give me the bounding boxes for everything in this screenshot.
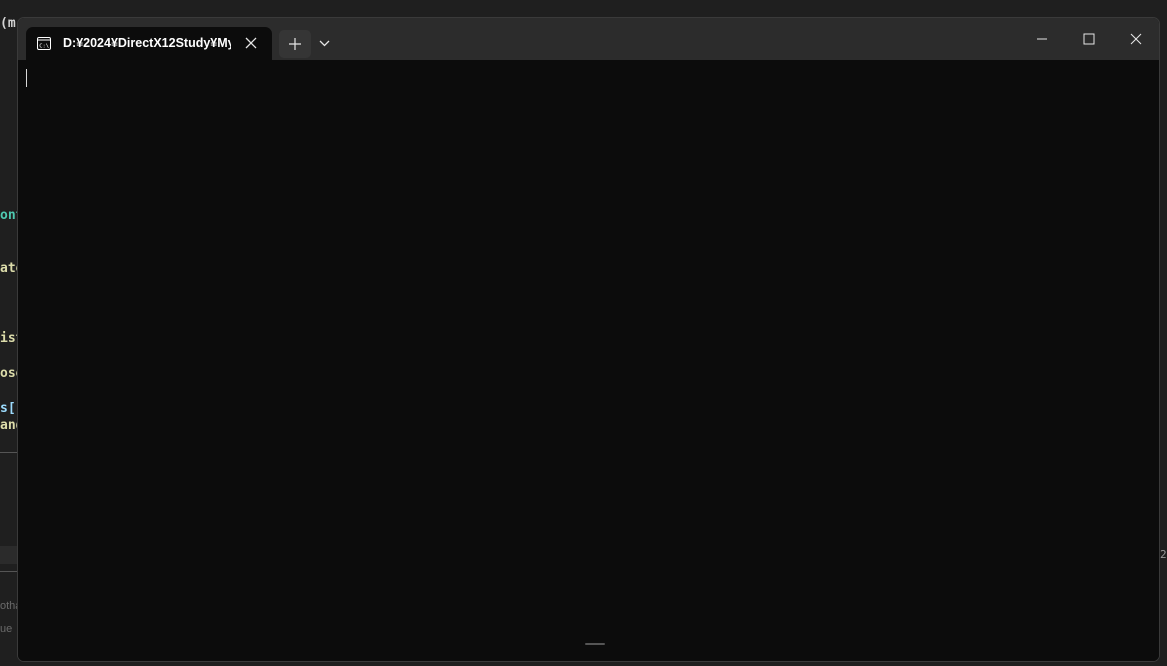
code-fragment: ate [0,261,17,276]
panel-bar [0,546,17,564]
tab-title: D:¥2024¥DirectX12Study¥MyP [63,36,231,50]
chevron-down-icon [319,40,330,47]
new-tab-button[interactable] [279,30,311,58]
code-fragment: ose [0,366,17,381]
code-fragment: (m [0,16,16,31]
svg-text:C:\: C:\ [39,44,49,50]
dim-text: otha [0,600,17,612]
title-bar[interactable]: C:\ D:¥2024¥DirectX12Study¥MyP [18,18,1159,60]
close-tab-icon[interactable] [244,36,258,50]
terminal-icon: C:\ [37,37,51,50]
resize-handle[interactable] [585,643,605,645]
code-fragment: and [0,418,17,433]
dim-text: ue [0,623,13,635]
tab-active[interactable]: C:\ D:¥2024¥DirectX12Study¥MyP [26,27,272,60]
code-fragment: s[] [0,401,17,416]
right-marker: 2 [1160,548,1167,561]
terminal-window: C:\ D:¥2024¥DirectX12Study¥MyP [17,17,1160,662]
close-icon [1130,33,1142,45]
text-cursor [26,69,27,87]
close-button[interactable] [1113,24,1159,54]
code-fragment: ist [0,331,17,346]
minimize-icon [1037,38,1047,40]
panel-divider [0,571,17,572]
minimize-button[interactable] [1019,24,1065,54]
plus-icon [289,38,301,50]
panel-divider [0,452,17,453]
terminal-content[interactable] [18,60,1159,661]
maximize-icon [1083,33,1095,45]
maximize-button[interactable] [1066,24,1112,54]
profile-dropdown-button[interactable] [315,30,335,58]
code-fragment: ont [0,208,17,223]
